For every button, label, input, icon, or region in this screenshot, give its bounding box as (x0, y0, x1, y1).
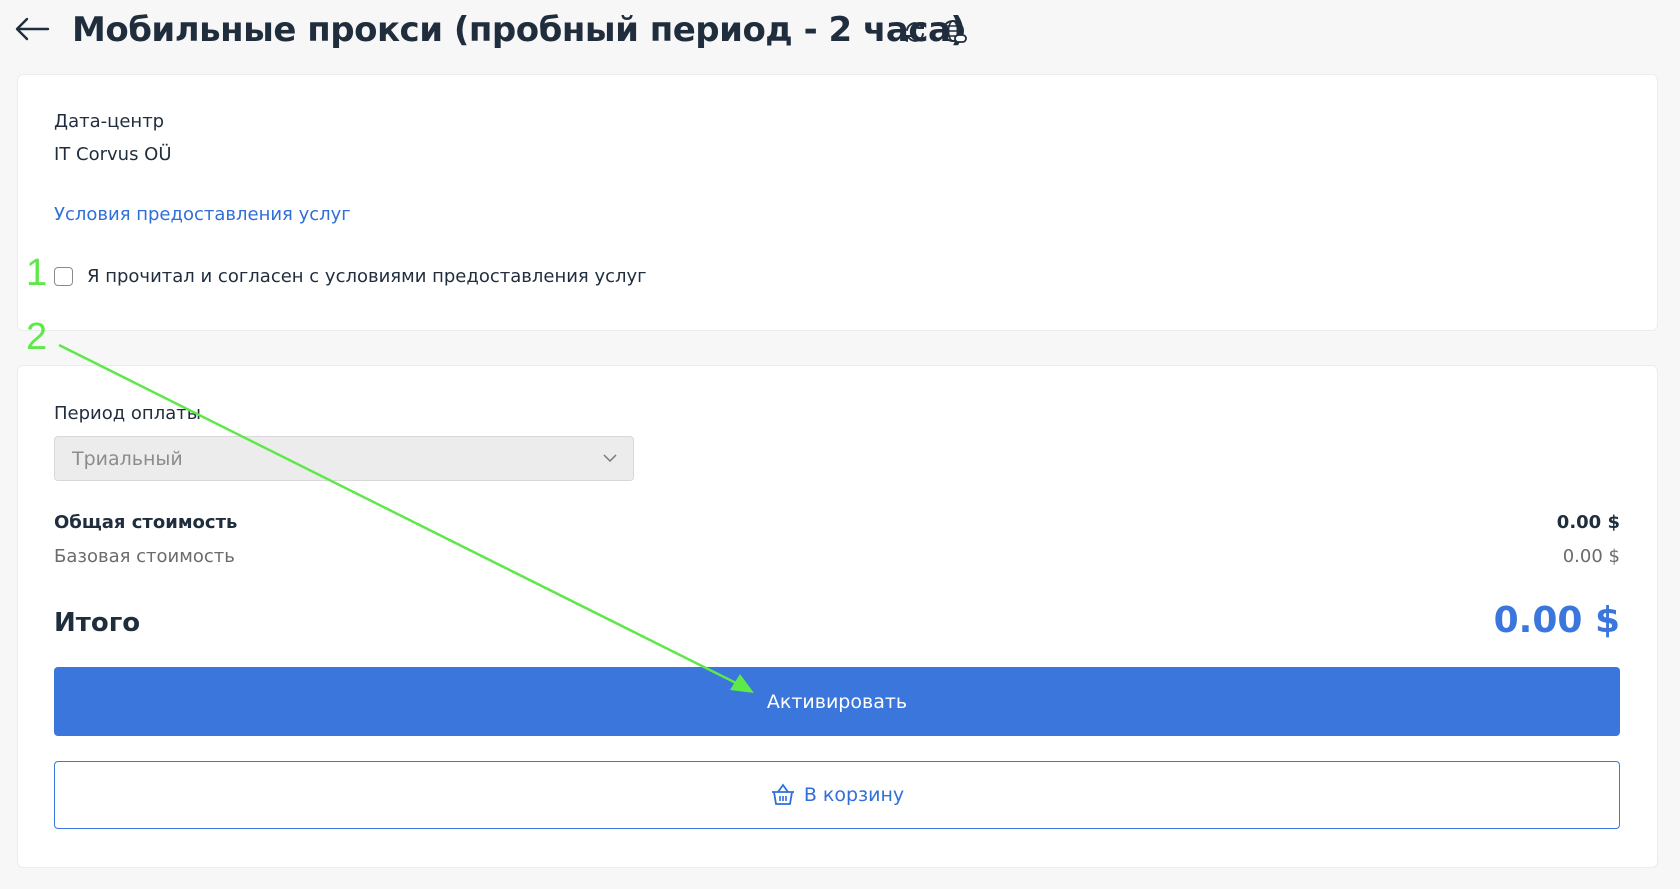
total-value: 0.00 $ (1556, 512, 1620, 533)
add-to-cart-button[interactable]: В корзину (54, 761, 1620, 829)
back-button[interactable] (14, 14, 54, 50)
grand-total-label: Итого (54, 608, 141, 638)
agree-label[interactable]: Я прочитал и согласен с условиями предос… (87, 266, 647, 287)
activate-label: Активировать (766, 690, 908, 713)
total-label: Общая стоимость (54, 512, 238, 533)
base-label: Базовая стоимость (54, 546, 235, 567)
page-title: Мобильные прокси (пробный период - 2 час… (72, 10, 966, 50)
period-selected-value: Триальный (72, 448, 183, 470)
datacenter-value: IT Corvus OÜ (54, 144, 172, 165)
datacenter-label: Дата-центр (54, 111, 165, 132)
period-label: Период оплаты (54, 403, 201, 424)
chevron-down-icon (603, 454, 617, 463)
base-value: 0.00 $ (1562, 546, 1620, 567)
arrow-left-icon (15, 17, 50, 41)
datacenter-card (17, 74, 1658, 331)
annotation-step-2: 2 (26, 316, 48, 358)
refresh-button[interactable] (901, 18, 929, 46)
activate-button[interactable]: Активировать (54, 667, 1620, 736)
globe-link-icon (942, 20, 967, 43)
agree-checkbox[interactable] (54, 267, 73, 286)
grand-total-value: 0.00 $ (1493, 600, 1620, 641)
refresh-icon (906, 22, 924, 42)
annotation-step-1: 1 (26, 252, 48, 294)
period-select[interactable]: Триальный (54, 436, 634, 481)
basket-icon (771, 783, 794, 805)
terms-link[interactable]: Условия предоставления услуг (54, 204, 351, 225)
globe-link-button[interactable] (940, 18, 968, 46)
cart-label: В корзину (803, 784, 905, 806)
